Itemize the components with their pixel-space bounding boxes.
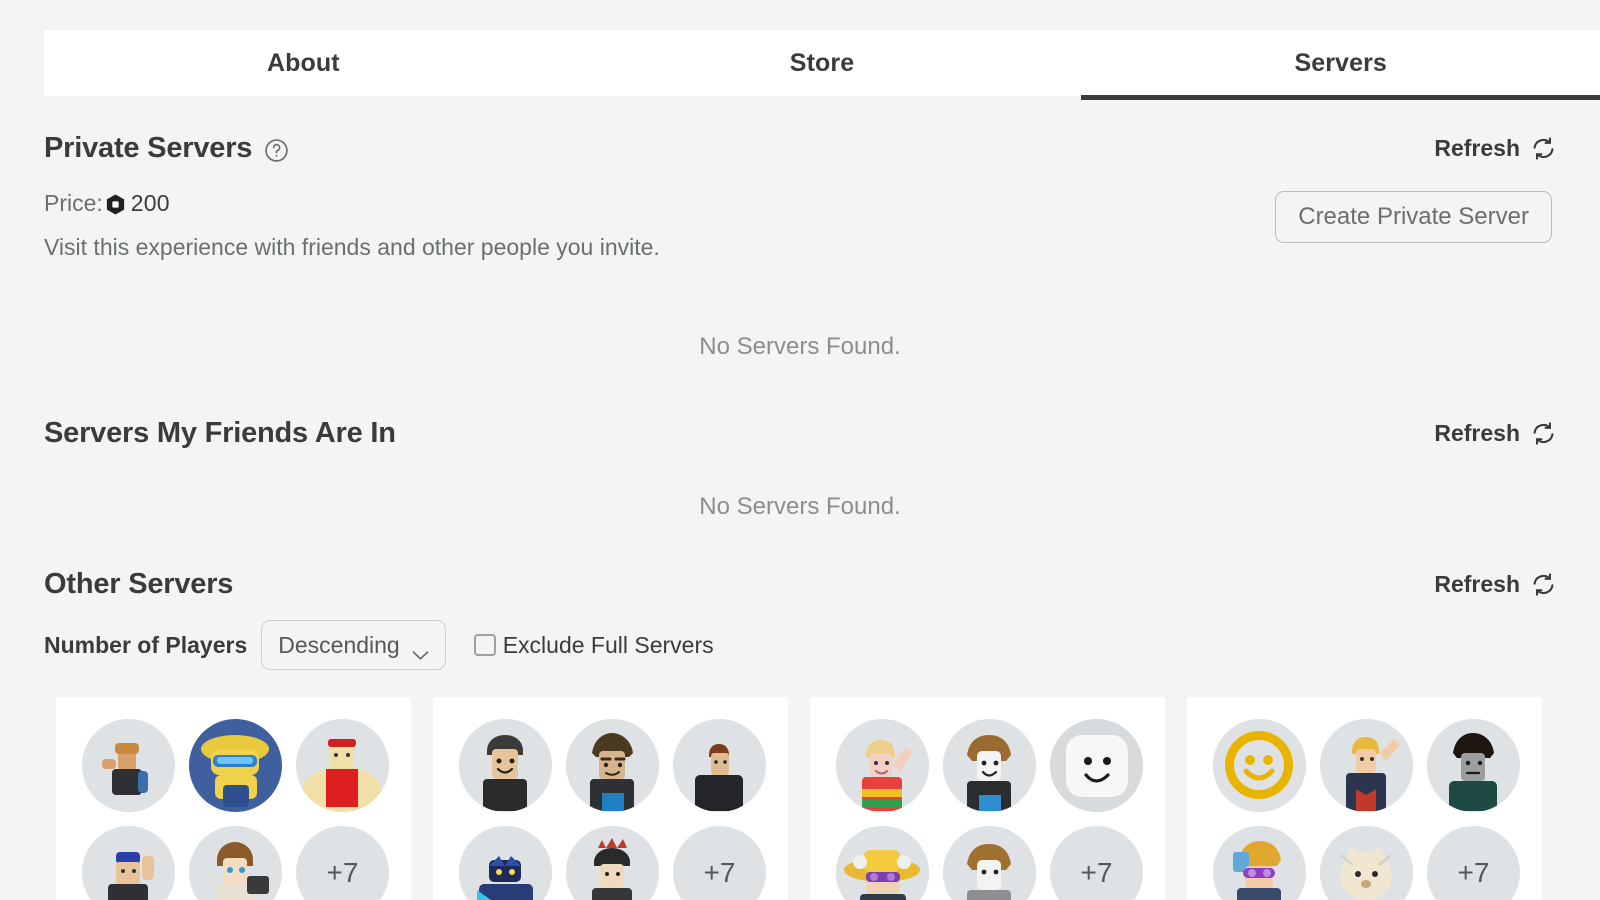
avatar bbox=[836, 826, 929, 900]
avatar-more-count: +7 bbox=[296, 826, 389, 900]
avatar-grid: +7 bbox=[459, 719, 766, 900]
avatar bbox=[82, 826, 175, 900]
refresh-icon bbox=[1531, 572, 1556, 597]
tab-store-label: Store bbox=[789, 48, 855, 77]
avatar bbox=[566, 826, 659, 900]
checkbox-box[interactable] bbox=[473, 634, 496, 656]
table-row[interactable]: +7 bbox=[433, 697, 788, 900]
tab-bar: About Store Servers bbox=[44, 30, 1600, 100]
avatar bbox=[189, 719, 282, 812]
tab-about[interactable]: About bbox=[44, 30, 563, 96]
avatar bbox=[673, 719, 766, 812]
avatar bbox=[459, 719, 552, 812]
table-row[interactable]: +7 bbox=[1187, 697, 1542, 900]
sort-order-value: Descending bbox=[278, 631, 400, 658]
other-servers-title: Other Servers bbox=[44, 568, 234, 600]
tab-servers-label: Servers bbox=[1294, 48, 1387, 77]
question-circle-icon[interactable] bbox=[264, 138, 289, 163]
avatar bbox=[82, 719, 175, 812]
avatar bbox=[566, 719, 659, 812]
sort-label: Number of Players bbox=[44, 631, 248, 658]
private-servers-header: Private Servers Refresh bbox=[44, 132, 1556, 165]
private-server-price: Price: 200 bbox=[44, 190, 170, 217]
refresh-private-servers-label: Refresh bbox=[1434, 135, 1520, 161]
avatar bbox=[189, 826, 282, 900]
refresh-friends-servers-label: Refresh bbox=[1434, 420, 1520, 446]
other-servers-header: Other Servers Refresh bbox=[44, 568, 1556, 601]
avatar-grid: +7 bbox=[836, 719, 1143, 900]
create-private-server-button[interactable]: Create Private Server bbox=[1275, 191, 1552, 243]
avatar-grid: +7 bbox=[82, 719, 389, 900]
friends-servers-title: Servers My Friends Are In bbox=[44, 417, 396, 449]
servers-page: About Store Servers Private Servers Refr… bbox=[0, 0, 1600, 900]
avatar-grid: +7 bbox=[1213, 719, 1520, 900]
private-servers-description: Visit this experience with friends and o… bbox=[44, 234, 660, 260]
table-row[interactable]: +7 bbox=[810, 697, 1165, 900]
tab-servers[interactable]: Servers bbox=[1081, 30, 1600, 100]
avatar bbox=[943, 826, 1036, 900]
robux-icon bbox=[104, 193, 127, 216]
tab-store[interactable]: Store bbox=[563, 30, 1082, 96]
avatar bbox=[1050, 719, 1143, 812]
other-servers-filters: Number of Players Descending Exclude Ful… bbox=[44, 620, 714, 670]
avatar bbox=[1320, 826, 1413, 900]
avatar bbox=[1320, 719, 1413, 812]
private-servers-empty-state: No Servers Found. bbox=[699, 333, 901, 360]
avatar bbox=[1213, 826, 1306, 900]
avatar-more-count: +7 bbox=[673, 826, 766, 900]
avatar bbox=[296, 719, 389, 812]
refresh-icon bbox=[1531, 421, 1556, 446]
avatar bbox=[1427, 719, 1520, 812]
refresh-friends-servers-button[interactable]: Refresh bbox=[1434, 420, 1556, 447]
private-servers-title: Private Servers bbox=[44, 132, 253, 164]
price-label: Price: bbox=[44, 190, 103, 216]
refresh-other-servers-label: Refresh bbox=[1434, 571, 1520, 597]
refresh-icon bbox=[1531, 136, 1556, 161]
tab-about-label: About bbox=[266, 48, 340, 77]
exclude-full-servers-checkbox[interactable]: Exclude Full Servers bbox=[473, 631, 714, 659]
avatar-more-count: +7 bbox=[1427, 826, 1520, 900]
chevron-down-icon bbox=[412, 640, 429, 660]
exclude-full-servers-label: Exclude Full Servers bbox=[502, 631, 714, 658]
refresh-other-servers-button[interactable]: Refresh bbox=[1434, 571, 1556, 598]
sort-order-select[interactable]: Descending bbox=[261, 620, 446, 670]
server-card-list: +7 +7 +7 +7 bbox=[56, 697, 1568, 900]
friends-servers-empty-state: No Servers Found. bbox=[699, 493, 901, 520]
avatar bbox=[943, 719, 1036, 812]
avatar bbox=[459, 826, 552, 900]
refresh-private-servers-button[interactable]: Refresh bbox=[1434, 135, 1556, 162]
avatar bbox=[1213, 719, 1306, 812]
avatar-more-count: +7 bbox=[1050, 826, 1143, 900]
friends-servers-header: Servers My Friends Are In Refresh bbox=[44, 417, 1556, 450]
avatar bbox=[836, 719, 929, 812]
table-row[interactable]: +7 bbox=[56, 697, 411, 900]
price-amount: 200 bbox=[130, 190, 170, 216]
